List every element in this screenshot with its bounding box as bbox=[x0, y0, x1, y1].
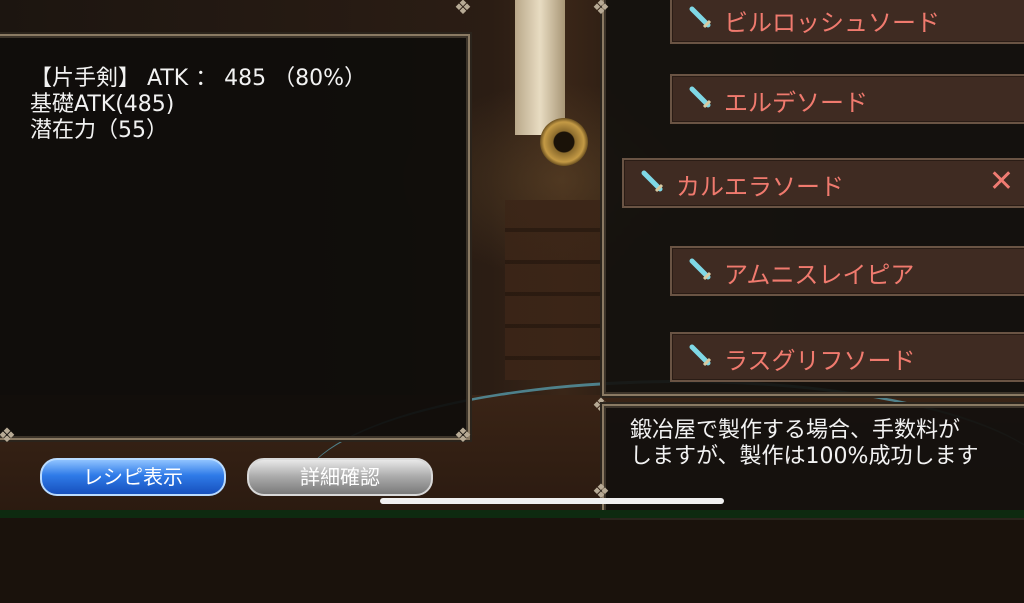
bottom-status-strip bbox=[0, 510, 1024, 518]
frame-ornament-icon: ❖ bbox=[454, 423, 472, 447]
recipe-item-label: エルデソード bbox=[724, 89, 868, 117]
description-line: 鍛冶屋で製作する場合、手数料が bbox=[630, 418, 961, 443]
recipe-item[interactable]: エルデソード bbox=[670, 74, 1024, 124]
recipe-item[interactable]: ラスグリフソード bbox=[670, 332, 1024, 382]
background-pillar bbox=[515, 0, 565, 135]
recipe-item-selected[interactable]: カルエラソード ✕ bbox=[622, 158, 1024, 208]
recipe-item-label: アムニスレイピア bbox=[724, 261, 915, 289]
background-gramophone bbox=[540, 118, 588, 166]
close-icon[interactable]: ✕ bbox=[989, 164, 1014, 199]
home-indicator[interactable] bbox=[380, 498, 724, 504]
base-atk-line: 基礎ATK(485) bbox=[30, 92, 175, 117]
frame-ornament-icon: ❖ bbox=[0, 423, 16, 447]
sword-icon bbox=[689, 6, 712, 29]
recipe-item[interactable]: アムニスレイピア bbox=[670, 246, 1024, 296]
recipe-item-label: ビルロッシュソード bbox=[724, 9, 940, 37]
detail-check-button[interactable]: 詳細確認 bbox=[247, 458, 433, 496]
frame-ornament-icon: ❖ bbox=[592, 0, 610, 19]
sword-icon bbox=[689, 344, 712, 367]
description-line: しますが、製作は100%成功します bbox=[630, 444, 979, 469]
frame-ornament-icon: ❖ bbox=[454, 0, 472, 19]
show-recipe-button[interactable]: レシピ表示 bbox=[40, 458, 226, 496]
recipe-item-label: ラスグリフソード bbox=[724, 347, 916, 375]
sword-icon bbox=[641, 170, 664, 193]
weapon-atk-line: 【片手剣】 ATK ： 485 （80%） bbox=[30, 66, 367, 91]
background-cabinet bbox=[505, 200, 600, 380]
recipe-item[interactable]: ビルロッシュソード bbox=[670, 0, 1024, 44]
sword-icon bbox=[689, 86, 712, 109]
sword-icon bbox=[689, 258, 712, 281]
weapon-stats-panel: 【片手剣】 ATK ： 485 （80%） 基礎ATK(485) 潜在力（55） bbox=[0, 34, 470, 440]
recipe-item-label: カルエラソード bbox=[676, 173, 844, 201]
potential-line: 潜在力（55） bbox=[30, 118, 168, 143]
